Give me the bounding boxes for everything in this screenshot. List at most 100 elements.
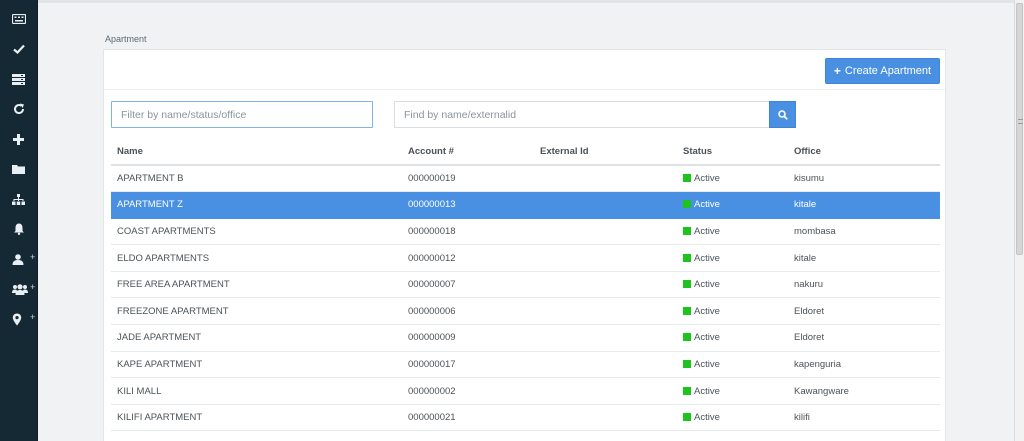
sidebar-item-location[interactable]: +: [0, 304, 37, 334]
status-active-icon: [683, 306, 691, 315]
sidebar-item-refresh[interactable]: [0, 94, 37, 124]
table-row-selected[interactable]: APARTMENT Z 000000013 Active kitale: [111, 191, 940, 219]
status-active-icon: [683, 359, 691, 368]
status-active-icon: [683, 333, 691, 342]
cell-status: Active: [677, 324, 788, 352]
cell-office: nakuru: [788, 271, 940, 299]
cell-status: Active: [677, 351, 788, 379]
cell-external-id: [534, 404, 677, 432]
scrollbar-thumb[interactable]: [1016, 3, 1023, 255]
sidebar-item-user[interactable]: +: [0, 244, 37, 274]
status-label: Active: [694, 225, 720, 237]
status-label: Active: [694, 199, 720, 211]
server-icon: [12, 73, 25, 85]
sidebar: + + +: [0, 0, 38, 441]
table-row[interactable]: KILI MALL 000000002 Active Kawangware: [111, 377, 940, 405]
status-label: Active: [694, 358, 720, 370]
cell-name: APARTMENT Z: [111, 191, 402, 219]
sidebar-item-add[interactable]: [0, 124, 37, 154]
expand-plus-icon: +: [30, 252, 36, 262]
column-header-name[interactable]: Name: [111, 138, 402, 166]
cell-name: APARTMENT B: [111, 165, 402, 193]
sidebar-item-folder[interactable]: [0, 154, 37, 184]
cell-external-id: [534, 377, 677, 405]
cell-name: ELDO APARTMENTS: [111, 244, 402, 272]
cell-status: Active: [677, 165, 788, 193]
search-icon: [777, 109, 788, 120]
cell-account: 000000002: [402, 377, 534, 405]
column-header-account[interactable]: Account #: [402, 138, 534, 166]
sitemap-icon: [12, 193, 25, 205]
table-row[interactable]: COAST APARTMENTS 000000018 Active mombas…: [111, 218, 940, 246]
cell-name: FREE AREA APARTMENT: [111, 271, 402, 299]
sidebar-item-keyboard[interactable]: [0, 4, 37, 34]
status-label: Active: [694, 252, 720, 264]
scrollbar-grip: [1018, 119, 1023, 124]
status-label: Active: [694, 412, 720, 424]
create-apartment-label: Create Apartment: [844, 65, 932, 77]
user-icon: [12, 253, 24, 265]
keyboard-icon: [11, 14, 26, 24]
cell-external-id: [534, 191, 677, 219]
status-label: Active: [694, 305, 720, 317]
breadcrumb: Apartment: [105, 34, 147, 44]
table-row[interactable]: KAPE APARTMENT 000000017 Active kapengur…: [111, 351, 940, 379]
cell-office: kisumu: [788, 165, 940, 193]
cell-office: kapenguria: [788, 351, 940, 379]
cell-external-id: [534, 244, 677, 272]
cell-external-id: [534, 218, 677, 246]
plus-icon: [13, 133, 24, 145]
status-active-icon: [683, 253, 691, 262]
table-row[interactable]: JADE APARTMENT 000000009 Active Eldoret: [111, 324, 940, 352]
sidebar-item-notifications[interactable]: [0, 214, 37, 244]
cell-status: Active: [677, 297, 788, 326]
cell-external-id: [534, 271, 677, 299]
search-input[interactable]: [394, 101, 769, 128]
sidebar-item-server[interactable]: [0, 64, 37, 94]
page-scrollbar[interactable]: [1014, 0, 1024, 441]
expand-plus-icon: +: [30, 282, 36, 292]
cell-name: FREEZONE APARTMENT: [111, 297, 402, 326]
cell-account: 000000018: [402, 218, 534, 246]
search-button[interactable]: [769, 101, 796, 128]
status-active-icon: [683, 386, 691, 395]
sidebar-item-sitemap[interactable]: [0, 184, 37, 214]
cell-name: KILIFI APARTMENT: [111, 404, 402, 432]
sidebar-item-users[interactable]: +: [0, 274, 37, 304]
status-label: Active: [694, 173, 720, 185]
apartments-panel: + Create Apartment Name Account # Extern…: [103, 49, 946, 441]
sidebar-item-checkmark[interactable]: [0, 34, 37, 64]
filter-input[interactable]: [111, 101, 373, 128]
refresh-icon: [13, 103, 24, 115]
map-marker-icon: [12, 313, 22, 325]
cell-name: COAST APARTMENTS: [111, 218, 402, 246]
cell-external-id: [534, 297, 677, 326]
table-header-row: Name Account # External Id Status Office: [111, 138, 940, 166]
plus-icon: +: [833, 64, 841, 78]
cell-office: kitale: [788, 244, 940, 272]
cell-account: 000000021: [402, 404, 534, 432]
table-row[interactable]: APARTMENT B 000000019 Active kisumu: [111, 165, 940, 193]
bell-icon: [13, 223, 24, 235]
cell-status: Active: [677, 404, 788, 432]
table-row[interactable]: FREE AREA APARTMENT 000000007 Active nak…: [111, 271, 940, 299]
table-row[interactable]: FREEZONE APARTMENT 000000006 Active Eldo…: [111, 297, 940, 326]
column-header-external-id[interactable]: External Id: [534, 138, 677, 166]
cell-external-id: [534, 351, 677, 379]
status-active-icon: [683, 226, 691, 235]
table-row[interactable]: KILIFI APARTMENT 000000021 Active kilifi: [111, 404, 940, 432]
table-row[interactable]: ELDO APARTMENTS 000000012 Active kitale: [111, 244, 940, 272]
cell-name: KAPE APARTMENT: [111, 351, 402, 379]
cell-name: JADE APARTMENT: [111, 324, 402, 352]
cell-account: 000000017: [402, 351, 534, 379]
cell-office: Eldoret: [788, 324, 940, 352]
cell-status: Active: [677, 218, 788, 246]
create-apartment-button[interactable]: + Create Apartment: [825, 58, 940, 84]
cell-account: 000000009: [402, 324, 534, 352]
column-header-status[interactable]: Status: [677, 138, 788, 166]
cell-status: Active: [677, 244, 788, 272]
cell-account: 000000013: [402, 191, 534, 219]
checkmark-icon: [12, 44, 25, 54]
cell-external-id: [534, 324, 677, 352]
column-header-office[interactable]: Office: [788, 138, 940, 166]
